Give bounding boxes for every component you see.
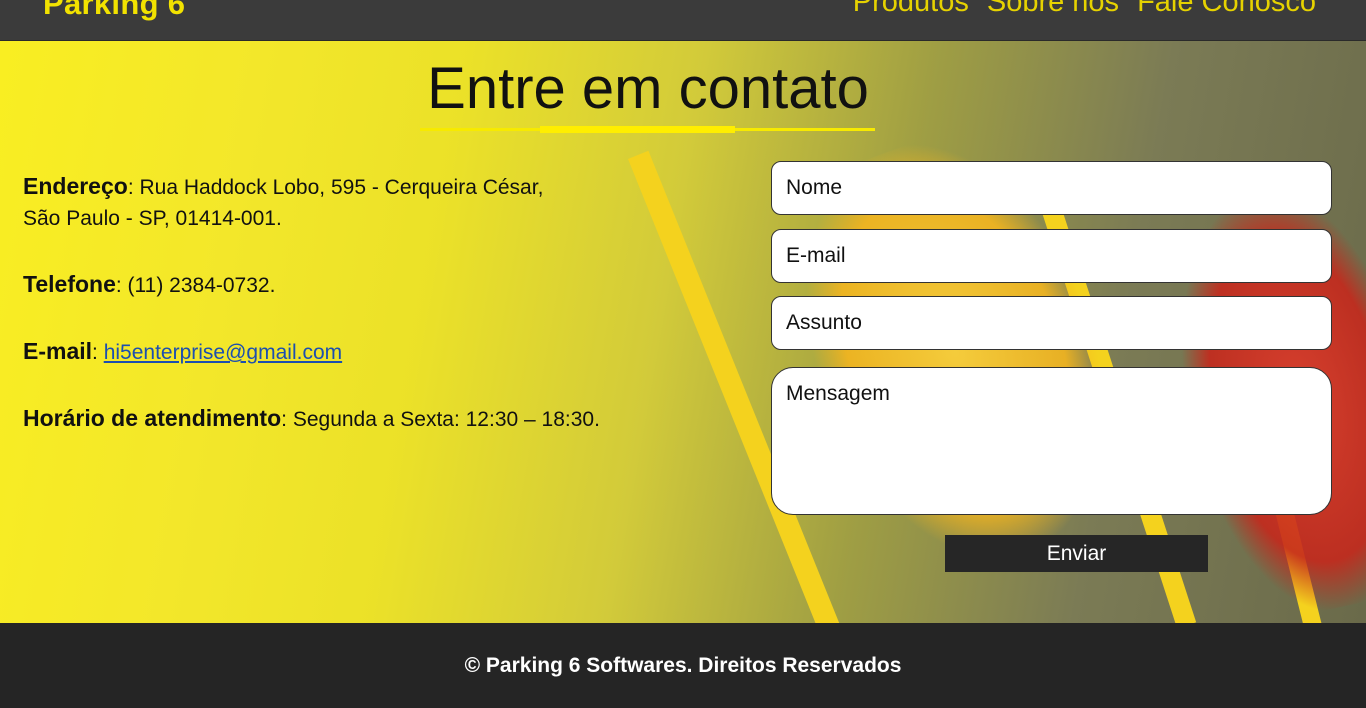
phone-block: Telefone: (11) 2384-0732. — [23, 271, 276, 297]
address-block: Endereço: Rua Haddock Lobo, 595 - Cerque… — [23, 173, 544, 230]
nav-produtos[interactable]: Produtos — [853, 0, 969, 19]
phone-label: Telefone — [23, 271, 116, 297]
footer-copyright: © Parking 6 Softwares. Direitos Reservad… — [464, 653, 902, 677]
brand-logo[interactable]: Parking 6 — [43, 0, 185, 22]
address-line1: Rua Haddock Lobo, 595 - Cerqueira César, — [139, 176, 544, 199]
hours-block: Horário de atendimento: Segunda a Sexta:… — [23, 405, 600, 431]
phone-value: (11) 2384-0732. — [127, 274, 276, 297]
address-label: Endereço — [23, 173, 128, 199]
site-header: Parking 6 Produtos Sobre nós Fale Conosc… — [0, 0, 1366, 41]
contact-section: Entre em contato Endereço: Rua Haddock L… — [0, 41, 1366, 623]
site-footer: © Parking 6 Softwares. Direitos Reservad… — [0, 623, 1366, 708]
title-underline-accent — [540, 126, 735, 133]
address-line2: São Paulo - SP, 01414-001. — [23, 207, 282, 230]
nav-sobre-nos[interactable]: Sobre nós — [987, 0, 1119, 19]
email-block: E-mail: hi5enterprise@gmail.com — [23, 338, 343, 364]
nav-fale-conosco[interactable]: Fale Conosco — [1137, 0, 1316, 19]
main-nav: Produtos Sobre nós Fale Conosco — [853, 0, 1316, 19]
name-input[interactable] — [771, 161, 1332, 215]
send-button[interactable]: Enviar — [945, 535, 1208, 572]
message-textarea[interactable] — [771, 367, 1332, 515]
email-link[interactable]: hi5enterprise@gmail.com — [104, 341, 342, 364]
hours-value: Segunda a Sexta: 12:30 – 18:30. — [292, 408, 600, 431]
email-input[interactable] — [771, 229, 1332, 283]
email-label: E-mail — [23, 338, 93, 364]
subject-input[interactable] — [771, 296, 1332, 350]
hours-label: Horário de atendimento — [23, 405, 282, 431]
page-title: Entre em contato — [427, 56, 869, 121]
contact-info: Endereço: Rua Haddock Lobo, 595 - Cerque… — [23, 171, 723, 470]
